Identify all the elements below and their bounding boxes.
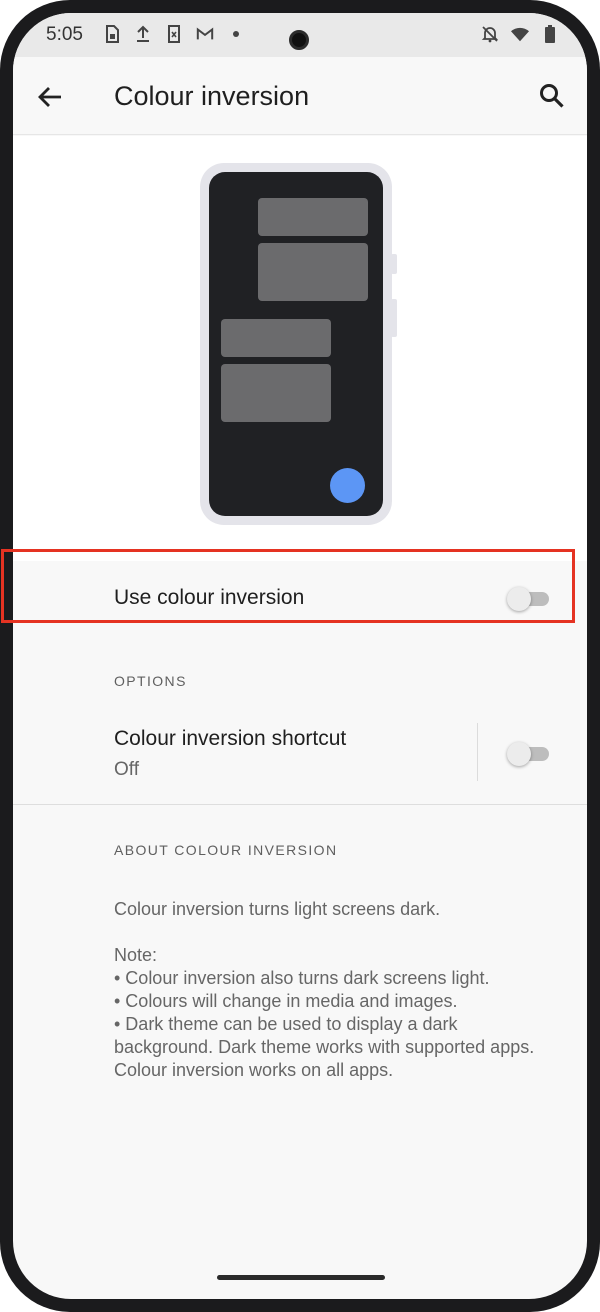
back-arrow-icon <box>38 87 61 107</box>
switch-thumb <box>507 742 531 766</box>
status-time: 5:05 <box>46 24 83 45</box>
illustration-card <box>258 243 368 301</box>
illustration-card <box>258 198 368 236</box>
wifi-icon <box>511 25 529 43</box>
illustration-side-button <box>391 299 397 337</box>
search-button[interactable] <box>537 81 567 111</box>
colour-inversion-shortcut-row[interactable]: Colour inversion shortcut Off <box>13 713 587 805</box>
highlight-box <box>1 549 575 623</box>
home-indicator[interactable] <box>217 1275 385 1280</box>
screen: 5:05 Colour inversion Use colour inversi… <box>13 13 587 1299</box>
page-title: Colour inversion <box>114 81 310 111</box>
search-icon <box>540 84 564 108</box>
gmail-icon <box>196 25 214 43</box>
illustration-side-button <box>391 254 397 274</box>
notifications-off-icon <box>481 25 499 43</box>
app-bar: Colour inversion <box>13 57 587 135</box>
options-section-header: OPTIONS <box>114 673 187 689</box>
about-intro: Colour inversion turns light screens dar… <box>114 899 441 919</box>
back-button[interactable] <box>35 82 65 112</box>
sd-card-icon <box>165 25 183 43</box>
colour-inversion-illustration <box>13 136 587 561</box>
about-bullet: • Dark theme can be used to display a da… <box>114 1014 535 1080</box>
about-bullet: • Colours will change in media and image… <box>114 991 458 1011</box>
status-icons-right <box>481 25 559 43</box>
status-icons-left <box>103 25 245 43</box>
shortcut-switch[interactable] <box>507 742 551 766</box>
shortcut-title: Colour inversion shortcut <box>114 727 347 750</box>
about-section-header: ABOUT COLOUR INVERSION <box>114 842 338 858</box>
battery-icon <box>541 25 559 43</box>
illustration-fab <box>330 468 365 503</box>
about-note-label: Note: <box>114 945 158 965</box>
about-bullet: • Colour inversion also turns dark scree… <box>114 968 490 988</box>
upload-icon <box>134 25 152 43</box>
shortcut-summary: Off <box>114 759 139 780</box>
sim-icon <box>103 25 121 43</box>
section-divider <box>13 804 587 805</box>
illustration-card <box>221 319 331 357</box>
dot-icon <box>227 25 245 43</box>
front-camera <box>289 30 309 50</box>
illustration-card <box>221 364 331 422</box>
shortcut-divider <box>477 723 478 781</box>
device-frame: 5:05 Colour inversion Use colour inversi… <box>0 0 600 1312</box>
status-bar: 5:05 <box>13 13 587 57</box>
